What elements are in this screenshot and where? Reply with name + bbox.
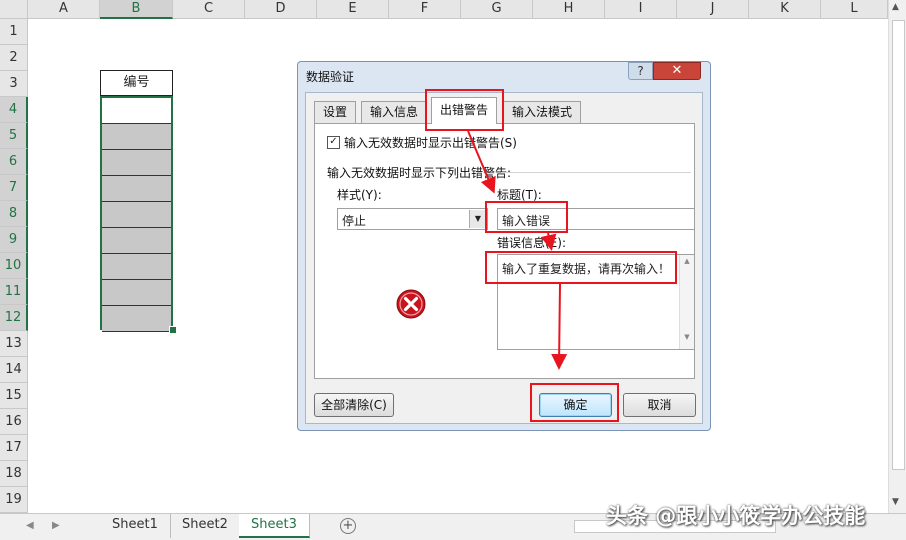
arrow-message-to-ok [551, 283, 568, 370]
tab-error-alert[interactable]: 出错警告 [431, 97, 498, 124]
arrow-tab-to-title [467, 130, 496, 194]
arrow-title-to-message [540, 232, 557, 251]
annotation-arrows [467, 130, 568, 370]
watermark: 头条 @跟小小筱学办公技能 [606, 504, 866, 528]
